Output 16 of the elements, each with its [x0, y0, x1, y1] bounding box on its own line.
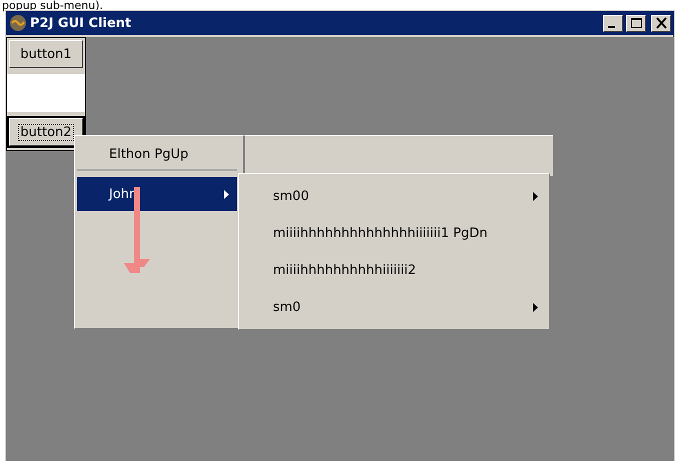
menu-item[interactable]: sm0: [242, 289, 546, 326]
caption-text: popup sub-menu).: [1, 0, 104, 12]
push-button[interactable]: button2: [9, 118, 83, 146]
menu-item[interactable]: Elthon PgUp: [77, 139, 237, 171]
menu-item[interactable]: sm00: [242, 178, 546, 215]
maximize-icon: [628, 16, 644, 30]
menu-item[interactable]: miiiihhhhhhhhhhiiiiiii2: [242, 252, 546, 289]
window-title: P2J GUI Client: [30, 16, 132, 30]
menu-item[interactable]: miiiihhhhhhhhhhhhhhiiiiiii1 PgDn: [242, 215, 546, 252]
input-field[interactable]: [7, 74, 85, 112]
close-button[interactable]: [651, 14, 671, 32]
push-button[interactable]: button1: [9, 40, 83, 68]
maximize-button[interactable]: [626, 14, 646, 32]
globe-icon: [9, 14, 27, 32]
minimize-button[interactable]: [603, 14, 623, 32]
minimize-icon: [608, 26, 615, 28]
